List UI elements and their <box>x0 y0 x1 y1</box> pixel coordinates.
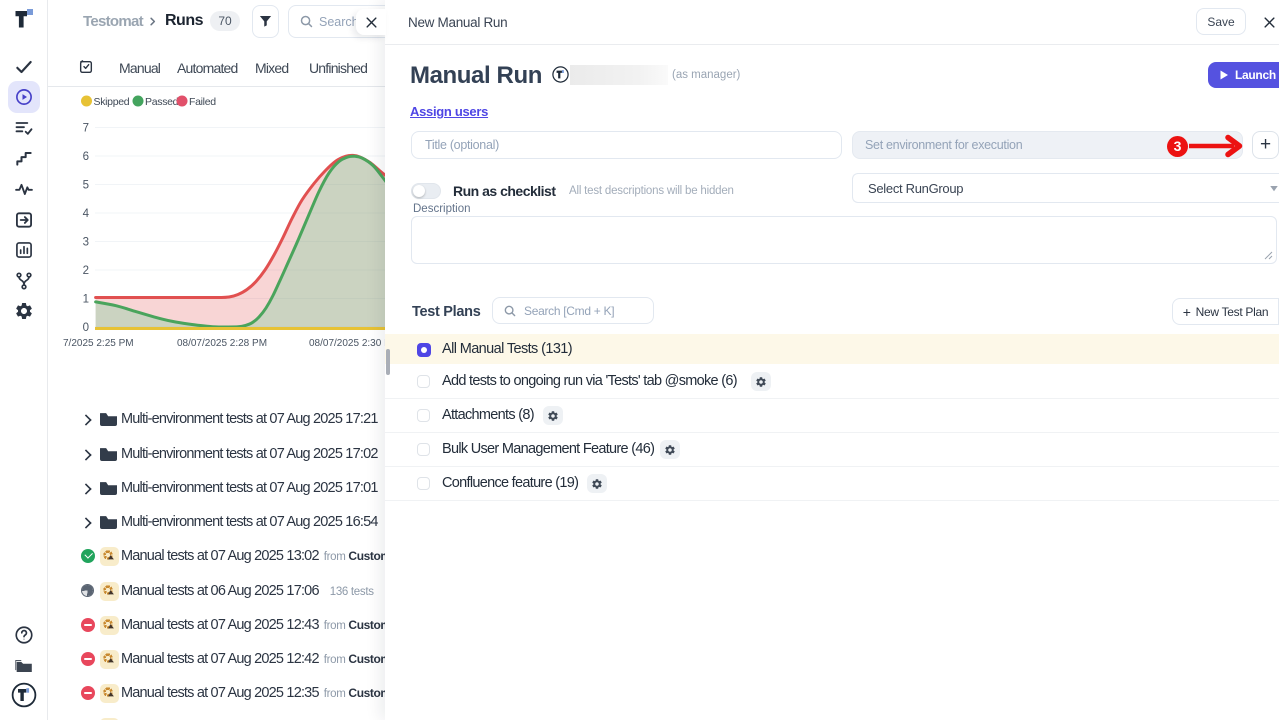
svg-text:08/07/2025 2:30 PM: 08/07/2025 2:30 PM <box>309 338 385 349</box>
svg-text:3: 3 <box>83 237 89 249</box>
svg-text:Passed: Passed <box>145 96 179 108</box>
svg-text:Skipped: Skipped <box>94 96 130 108</box>
svg-text:6: 6 <box>83 151 89 163</box>
svg-text:08/07/2025 2:28 PM: 08/07/2025 2:28 PM <box>177 338 267 349</box>
svg-text:7/2025 2:25 PM: 7/2025 2:25 PM <box>63 338 134 349</box>
svg-text:2: 2 <box>83 265 89 277</box>
svg-text:1: 1 <box>83 294 89 306</box>
svg-text:0: 0 <box>83 322 89 334</box>
svg-text:4: 4 <box>83 208 90 220</box>
svg-text:5: 5 <box>83 180 89 192</box>
svg-text:Failed: Failed <box>189 96 216 108</box>
svg-text:7: 7 <box>83 123 89 135</box>
